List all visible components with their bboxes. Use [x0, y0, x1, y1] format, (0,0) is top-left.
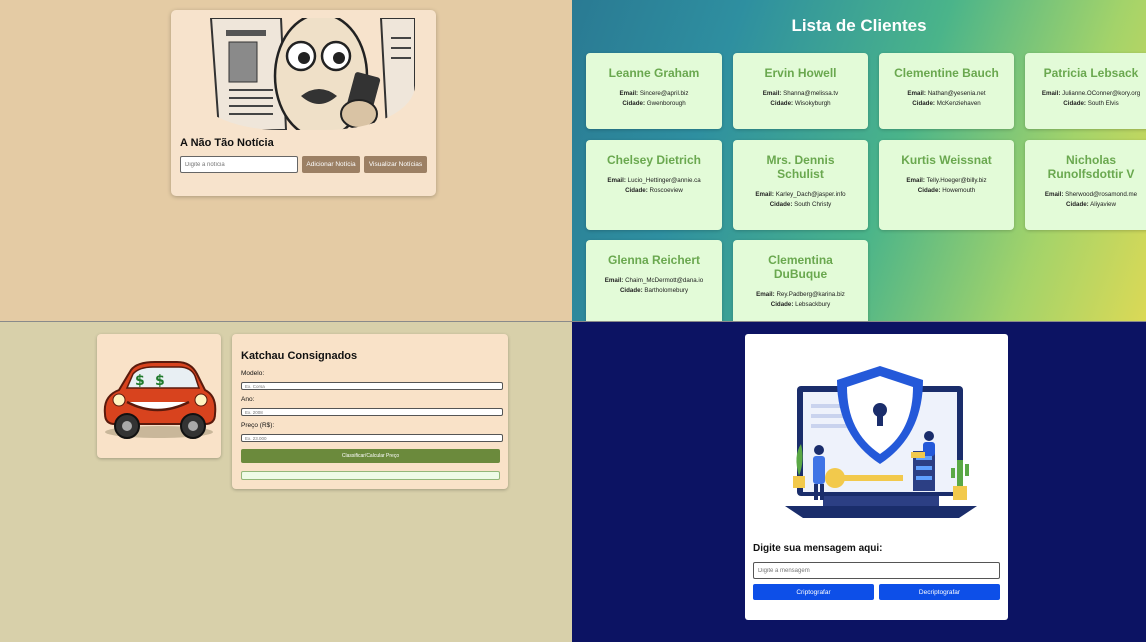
svg-text:$: $ — [135, 373, 145, 389]
client-name: Patricia Lebsack — [1043, 66, 1139, 80]
car-app-panel: $ $ Katchau Consignados Modelo: Ano: Pre… — [0, 321, 572, 642]
client-email: Email: Sherwood@rosamond.me — [1044, 191, 1138, 198]
model-label: Modelo: — [241, 370, 265, 377]
price-input[interactable] — [241, 434, 503, 442]
crypto-card: Digite sua mensagem aqui: Criptografar D… — [745, 334, 1008, 620]
car-image-card: $ $ — [97, 334, 221, 458]
classify-price-button[interactable]: Classificar/Calcular Preço — [241, 449, 500, 463]
client-city: Cidade: Aliyaview — [1066, 201, 1116, 208]
client-city: Cidade: Bartholomebury — [619, 287, 689, 294]
client-email: Email: Sincere@april.biz — [619, 90, 689, 97]
client-card: Chelsey Dietrich Email: Lucio_Hettinger@… — [586, 140, 722, 230]
client-name: Ervin Howell — [764, 66, 837, 80]
client-city: Cidade: Howemouth — [917, 187, 976, 194]
client-email: Email: Chaim_McDermott@dana.io — [604, 277, 704, 284]
news-app-panel: A Não Tão Notícia Adicionar Notícia Visu… — [0, 0, 572, 321]
price-label: Preço (R$): — [241, 422, 275, 429]
client-card: Clementina DuBuque Email: Rey.Padberg@ka… — [733, 240, 868, 321]
client-name: Chelsey Dietrich — [606, 153, 702, 167]
clients-panel: Lista de Clientes Leanne Graham Email: S… — [572, 0, 1146, 321]
crypto-app-panel: Digite sua mensagem aqui: Criptografar D… — [572, 321, 1146, 642]
car-form-card: Katchau Consignados Modelo: Ano: Preço (… — [232, 334, 508, 489]
result-box — [241, 471, 500, 480]
client-city: Cidade: Gwenborough — [622, 100, 686, 107]
car-form-title: Katchau Consignados — [241, 350, 358, 362]
client-name: Glenna Reichert — [607, 253, 701, 267]
clients-title: Lista de Clientes — [791, 16, 927, 35]
shocked-newspaper-illustration — [191, 18, 415, 130]
client-email: Email: Telly.Hoeger@billy.biz — [906, 177, 987, 184]
news-title: A Não Tão Notícia — [180, 137, 274, 149]
crypto-title: Digite sua mensagem aqui: — [753, 543, 883, 554]
client-card: Patricia Lebsack Email: Julianne.OConner… — [1025, 53, 1146, 129]
news-input[interactable] — [180, 156, 298, 173]
client-email: Email: Rey.Padberg@karina.biz — [756, 291, 845, 298]
client-card: Mrs. Dennis Schulist Email: Karley_Dach@… — [733, 140, 868, 230]
client-card: Ervin Howell Email: Shanna@melissa.tv Ci… — [733, 53, 868, 129]
client-city: Cidade: South Christy — [769, 201, 832, 208]
client-name: Mrs. Dennis Schulist — [766, 153, 835, 181]
encrypt-button[interactable]: Criptografar — [753, 584, 874, 600]
year-label: Ano: — [241, 396, 255, 403]
client-name: Kurtis Weissnat — [901, 153, 992, 167]
message-input[interactable] — [753, 562, 1000, 579]
client-city: Cidade: Roscoeview — [625, 187, 683, 194]
money-car-illustration: $ $ — [103, 361, 217, 439]
model-input[interactable] — [241, 382, 503, 390]
client-card: Leanne Graham Email: Sincere@april.biz C… — [586, 53, 722, 129]
client-city: Cidade: Lebsackbury — [770, 301, 831, 308]
client-name: Leanne Graham — [608, 66, 700, 80]
client-card: Kurtis Weissnat Email: Telly.Hoeger@bill… — [879, 140, 1014, 230]
client-city: Cidade: Wisokyburgh — [770, 100, 831, 107]
client-card: Nicholas Runolfsdottir V Email: Sherwood… — [1025, 140, 1146, 230]
client-email: Email: Julianne.OConner@kory.org — [1041, 90, 1141, 97]
add-news-button[interactable]: Adicionar Notícia — [302, 156, 360, 173]
client-email: Email: Lucio_Hettinger@annie.ca — [607, 177, 701, 184]
client-city: Cidade: South Elvis — [1063, 100, 1119, 107]
decrypt-button[interactable]: Decriptografar — [879, 584, 1000, 600]
year-input[interactable] — [241, 408, 503, 416]
client-city: Cidade: McKenziehaven — [912, 100, 981, 107]
news-card: A Não Tão Notícia Adicionar Notícia Visu… — [171, 10, 436, 196]
client-name: Nicholas Runolfsdottir V — [1047, 153, 1135, 181]
client-email: Email: Nathan@yesenia.net — [907, 90, 986, 97]
security-shield-illustration — [785, 366, 977, 518]
client-name: Clementina DuBuque — [768, 253, 833, 281]
client-card: Clementine Bauch Email: Nathan@yesenia.n… — [879, 53, 1014, 129]
svg-text:$: $ — [155, 373, 165, 389]
client-card: Glenna Reichert Email: Chaim_McDermott@d… — [586, 240, 722, 321]
client-name: Clementine Bauch — [894, 66, 999, 80]
view-news-button[interactable]: Visualizar Notícias — [364, 156, 427, 173]
client-email: Email: Shanna@melissa.tv — [762, 90, 839, 97]
client-email: Email: Karley_Dach@jasper.info — [755, 191, 846, 198]
